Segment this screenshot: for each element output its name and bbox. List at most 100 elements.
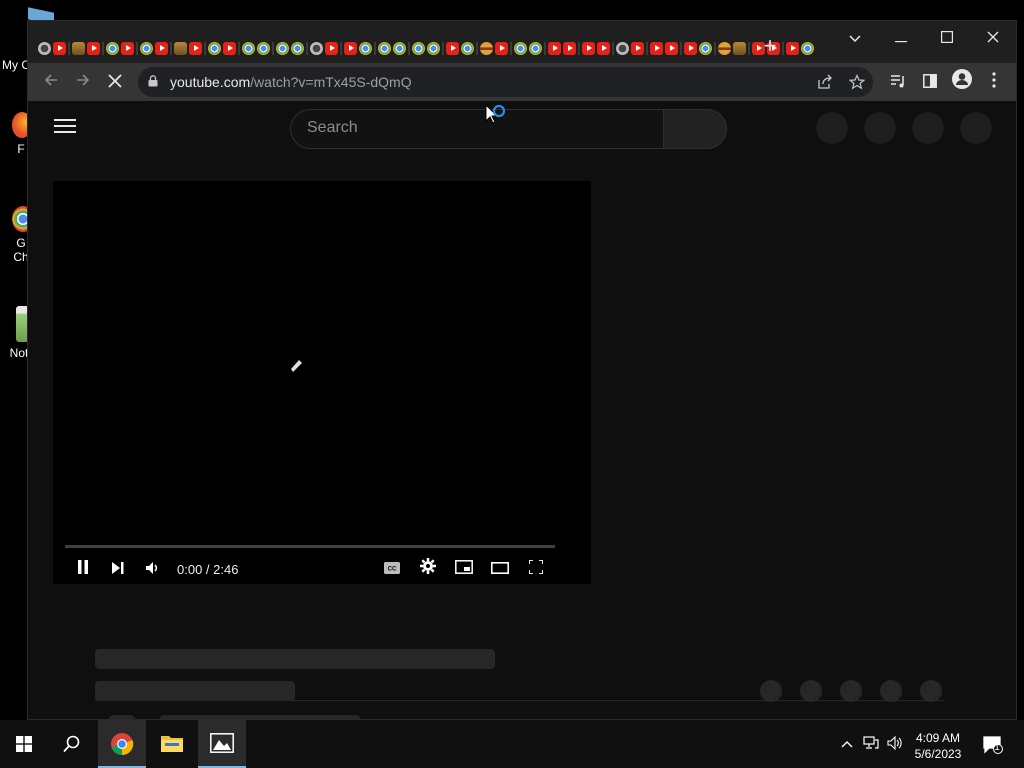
tab-yt-favicon-icon[interactable] [155,41,168,55]
desktop-icon-my-computer[interactable]: My C [0,38,30,72]
theater-mode-button[interactable] [488,557,512,581]
pause-button[interactable] [71,557,95,581]
tab-yt-favicon-icon[interactable] [597,41,610,55]
tab-separator [306,41,308,55]
tab-yt-favicon-icon[interactable] [582,41,595,55]
back-button[interactable] [38,69,64,95]
minimize-button[interactable] [881,25,921,53]
tab-gh-favicon-icon[interactable] [38,41,51,55]
taskbar-search-button[interactable] [48,720,96,768]
tab-separator [442,41,444,55]
speaker-icon [887,735,902,751]
subtitles-button[interactable]: CC [380,557,404,581]
settings-button[interactable] [416,557,440,581]
address-bar[interactable]: youtube.com/watch?v=mTx45S-dQmQ [138,67,873,97]
tab-chrome-favicon-icon[interactable] [378,41,391,55]
tab-chrome-favicon-icon[interactable] [291,41,304,55]
close-window-button[interactable] [973,25,1013,53]
tab-chrome-favicon-icon[interactable] [208,41,221,55]
tab-burger-favicon-icon[interactable] [718,41,731,55]
search-input[interactable]: Search [290,109,664,149]
tab-chrome-favicon-icon[interactable] [140,41,153,55]
new-tab-button[interactable]: + [758,35,782,59]
tab-yt-favicon-icon[interactable] [495,41,508,55]
tab-chrome-favicon-icon[interactable] [801,41,814,55]
media-controls-button[interactable] [885,69,911,95]
tab-yt-favicon-icon[interactable] [189,41,202,55]
tab-separator [102,41,104,55]
tab-pic-favicon-icon[interactable] [733,41,746,55]
maximize-button[interactable] [927,25,967,53]
browser-window: + youtube.com/watch?v=mTx45S-dQmQ Search… [27,20,1017,720]
guide-menu-button[interactable] [54,119,76,137]
next-button[interactable] [106,557,130,581]
notifications-button[interactable]: 1 [982,736,1004,754]
search-button[interactable] [663,109,727,149]
tab-yt-favicon-icon[interactable] [665,41,678,55]
tab-chrome-favicon-icon[interactable] [514,41,527,55]
tab-separator [204,41,206,55]
tab-chrome-favicon-icon[interactable] [257,41,270,55]
progress-bar[interactable] [65,545,555,548]
tab-separator [714,41,716,55]
tab-chrome-favicon-icon[interactable] [276,41,289,55]
tab-chrome-favicon-icon[interactable] [699,41,712,55]
tab-pic-favicon-icon[interactable] [72,41,85,55]
tab-chrome-favicon-icon[interactable] [412,41,425,55]
side-panel-button[interactable] [917,69,943,95]
tab-chrome-favicon-icon[interactable] [359,41,372,55]
tab-yt-favicon-icon[interactable] [344,41,357,55]
mute-button[interactable] [141,557,165,581]
fullscreen-button[interactable] [524,557,548,581]
show-hidden-icons-button[interactable] [838,736,856,752]
desktop-icon-firefox[interactable]: F [0,112,32,156]
start-button[interactable] [0,720,48,768]
tab-yt-favicon-icon[interactable] [325,41,338,55]
tab-chrome-favicon-icon[interactable] [427,41,440,55]
tab-chrome-favicon-icon[interactable] [106,41,119,55]
desktop-icon-google-chrome[interactable]: G Ch [0,206,34,264]
tab-pic-favicon-icon[interactable] [174,41,187,55]
miniplayer-button[interactable] [452,557,476,581]
profile-button[interactable] [949,69,975,95]
taskbar-file-explorer[interactable] [148,720,196,768]
tab-chrome-favicon-icon[interactable] [461,41,474,55]
tab-yt-favicon-icon[interactable] [631,41,644,55]
tab-separator [238,41,240,55]
tab-chrome-favicon-icon[interactable] [242,41,255,55]
tab-yt-favicon-icon[interactable] [548,41,561,55]
taskbar-clock[interactable]: 4:09 AM 5/6/2023 [908,730,968,762]
action-placeholder-icon [880,680,902,702]
tab-chrome-favicon-icon[interactable] [393,41,406,55]
desktop-icon-label: G Ch [13,236,29,264]
network-button[interactable] [862,736,880,752]
share-icon[interactable] [817,74,833,90]
tab-chrome-favicon-icon[interactable] [529,41,542,55]
tab-yt-favicon-icon[interactable] [87,41,100,55]
taskbar-chrome[interactable] [98,720,146,768]
tab-gh-favicon-icon[interactable] [616,41,629,55]
stop-loading-button[interactable] [102,69,128,95]
tab-yt-favicon-icon[interactable] [121,41,134,55]
taskbar-photos[interactable] [198,720,246,768]
video-player[interactable]: 0:00 / 2:46 CC [53,181,591,584]
tab-gh-favicon-icon[interactable] [310,41,323,55]
tab-search-button[interactable] [835,25,875,53]
stop-icon [108,74,122,88]
clock-date: 5/6/2023 [914,747,962,761]
tab-yt-favicon-icon[interactable] [684,41,697,55]
desktop-icon-notepad[interactable]: Not [0,306,30,360]
hamburger-icon [54,119,76,121]
tab-yt-favicon-icon[interactable] [446,41,459,55]
browser-menu-button[interactable] [981,69,1007,95]
tab-yt-favicon-icon[interactable] [563,41,576,55]
tab-yt-favicon-icon[interactable] [223,41,236,55]
bookmark-star-icon[interactable] [849,74,865,90]
forward-button[interactable] [70,69,96,95]
tab-yt-favicon-icon[interactable] [650,41,663,55]
lock-icon [148,75,158,87]
tab-yt-favicon-icon[interactable] [53,41,66,55]
volume-button[interactable] [886,735,904,752]
tab-burger-favicon-icon[interactable] [480,41,493,55]
tab-yt-favicon-icon[interactable] [786,41,799,55]
